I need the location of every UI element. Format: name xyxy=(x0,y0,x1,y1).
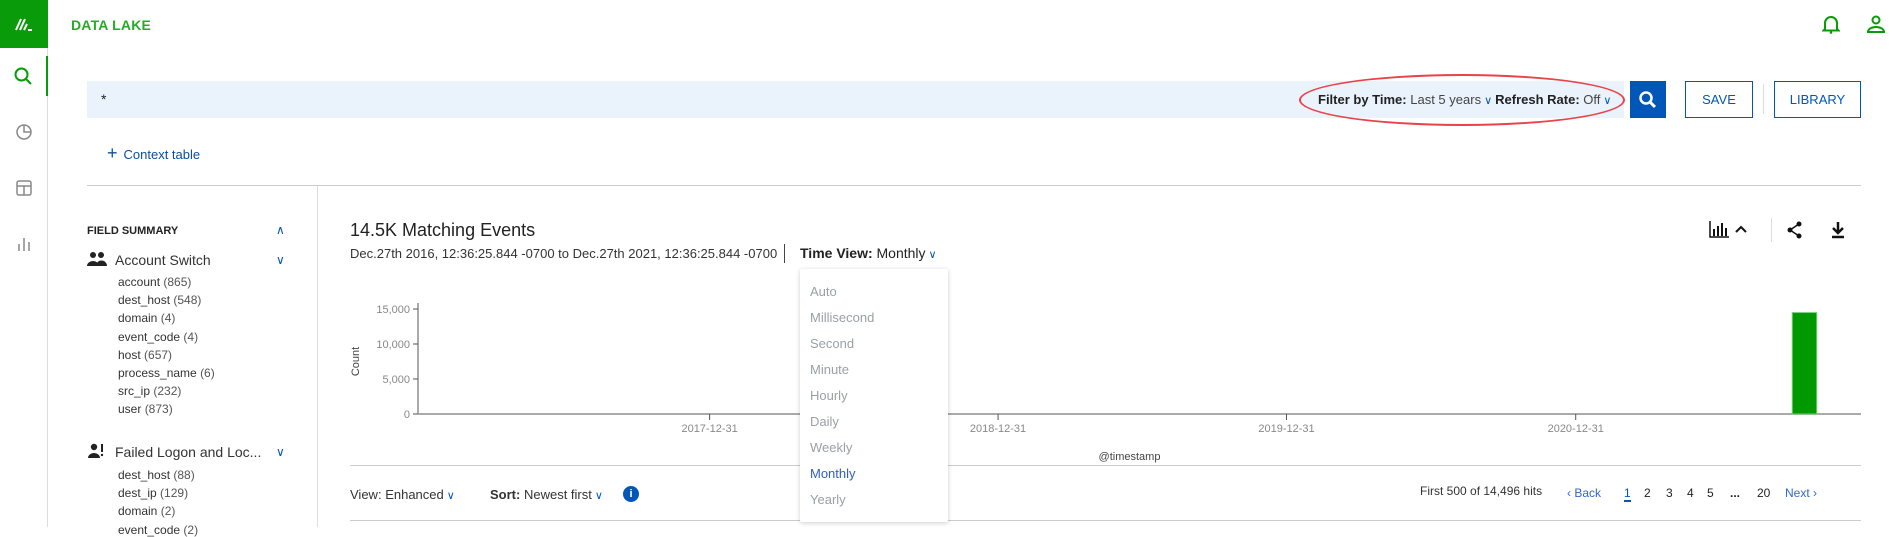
hits-count: First 500 of 14,496 hits xyxy=(1420,484,1543,498)
x-tick-label: 2018-12-31 xyxy=(970,423,1026,435)
x-tick-label: 2019-12-31 xyxy=(1258,423,1314,435)
time-view-option[interactable]: Yearly xyxy=(810,492,846,507)
pagination-page[interactable]: 1 xyxy=(1624,486,1631,502)
histogram-chart: 0 5,000 10,000 15,000 2017-12-31 2018-12-31 20… xyxy=(350,303,1861,463)
info-icon[interactable]: i xyxy=(623,486,639,502)
pagination-back[interactable]: ‹ Back xyxy=(1567,486,1601,500)
x-axis-label: @timestamp xyxy=(1099,451,1161,463)
time-view-menu: Auto Millisecond Second Minute Hourly Daily We… xyxy=(800,269,948,522)
pagination-page[interactable]: 4 xyxy=(1687,486,1694,500)
pagination-page[interactable]: 3 xyxy=(1666,486,1673,500)
y-axis-label: Count xyxy=(350,347,362,376)
pagination-page[interactable]: 5 xyxy=(1707,486,1714,500)
pagination-page[interactable]: 20 xyxy=(1757,486,1770,500)
time-view-option[interactable]: Daily xyxy=(810,414,839,429)
histogram-bar xyxy=(1791,312,1818,415)
divider xyxy=(350,520,1861,521)
chevron-right-icon: › xyxy=(1809,486,1818,500)
view-dropdown[interactable]: View: Enhanced ∨ xyxy=(350,487,458,502)
time-view-option[interactable]: Monthly xyxy=(810,466,856,481)
time-view-option[interactable]: Weekly xyxy=(810,440,852,455)
divider xyxy=(350,465,1861,466)
chevron-down-icon: ∨ xyxy=(446,490,455,502)
x-tick-label: 2020-12-31 xyxy=(1548,423,1604,435)
time-view-option[interactable]: Second xyxy=(810,336,854,351)
y-tick-label: 0 xyxy=(404,409,410,421)
sort-dropdown[interactable]: Sort: Newest first ∨ xyxy=(490,487,606,502)
chevron-down-icon: ∨ xyxy=(594,490,603,502)
pagination-page[interactable]: 2 xyxy=(1644,486,1651,500)
pagination-ellipsis: ... xyxy=(1730,486,1741,500)
time-view-option[interactable]: Auto xyxy=(810,284,837,299)
time-view-option[interactable]: Hourly xyxy=(810,388,848,403)
pagination-next[interactable]: Next › xyxy=(1785,486,1817,500)
time-view-option[interactable]: Minute xyxy=(810,362,849,377)
time-view-option[interactable]: Millisecond xyxy=(810,310,874,325)
y-tick-label: 5,000 xyxy=(382,374,410,386)
y-tick-label: 15,000 xyxy=(376,304,410,316)
x-tick-label: 2017-12-31 xyxy=(681,423,737,435)
y-tick-label: 10,000 xyxy=(376,339,410,351)
